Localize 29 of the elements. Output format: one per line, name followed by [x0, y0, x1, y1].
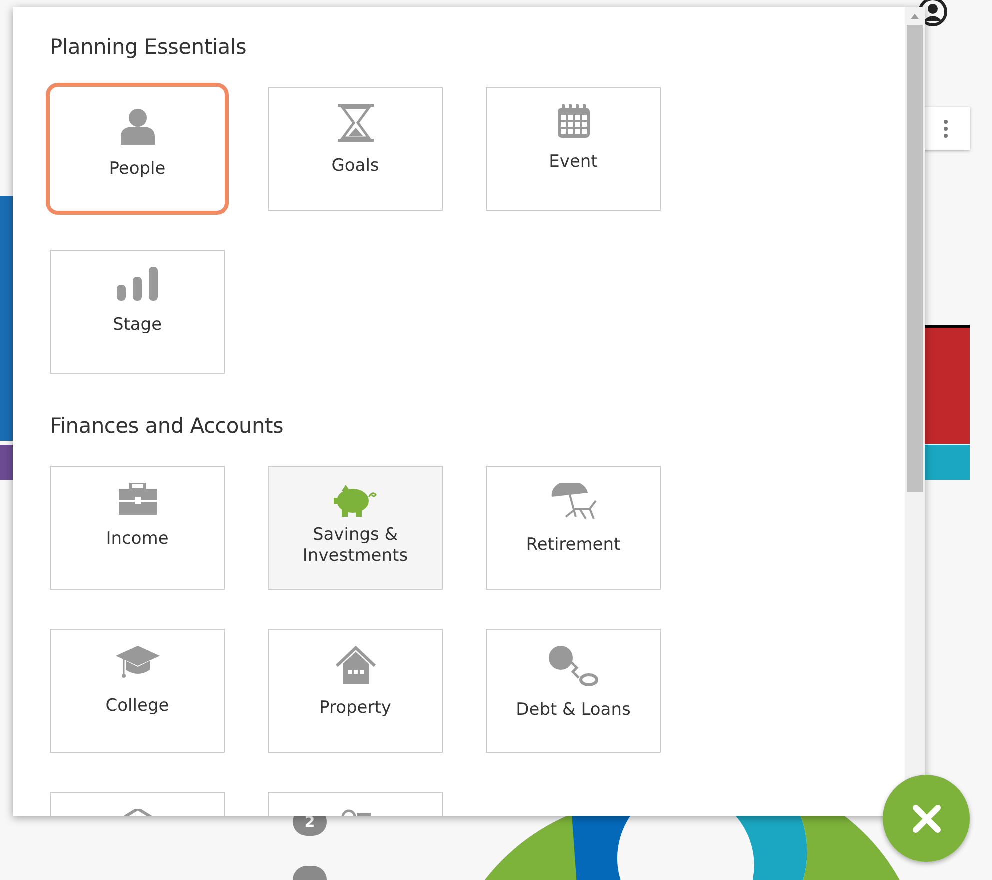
ball-and-chain-icon — [548, 646, 598, 686]
kebab-menu-icon[interactable] — [944, 120, 948, 138]
section-heading: Planning Essentials — [50, 35, 248, 59]
category-tile[interactable]: Debt & Loans — [486, 629, 661, 753]
close-icon — [912, 804, 942, 834]
category-tile[interactable]: Property — [268, 629, 443, 753]
close-button[interactable] — [883, 775, 970, 862]
category-tile[interactable]: People — [46, 83, 229, 215]
hourglass-icon — [338, 104, 374, 142]
house-icon — [334, 646, 376, 684]
calendar-icon — [558, 104, 590, 138]
category-tile[interactable]: Savings & Investments — [268, 466, 443, 590]
category-tile[interactable]: Income — [50, 466, 225, 590]
scroll-up-arrow-icon[interactable] — [911, 14, 919, 19]
user-avatar-icon[interactable] — [918, 0, 948, 27]
chart-bar — [0, 445, 13, 480]
person-icon — [120, 107, 154, 145]
category-tile[interactable]: Retirement — [486, 466, 661, 590]
scrollbar-thumb[interactable] — [907, 25, 923, 492]
roof-icon — [122, 809, 152, 816]
category-tile[interactable]: Stage — [50, 250, 225, 374]
category-tile[interactable]: College — [50, 629, 225, 753]
piggy-bank-icon — [334, 483, 378, 517]
beach-umbrella-chair-icon — [550, 483, 598, 521]
bar-chart-icon — [116, 267, 158, 301]
section-heading: Finances and Accounts — [50, 414, 285, 438]
category-tile[interactable]: Goals — [268, 87, 443, 211]
category-tile[interactable]: Event — [486, 87, 661, 211]
briefcase-icon — [118, 483, 156, 515]
